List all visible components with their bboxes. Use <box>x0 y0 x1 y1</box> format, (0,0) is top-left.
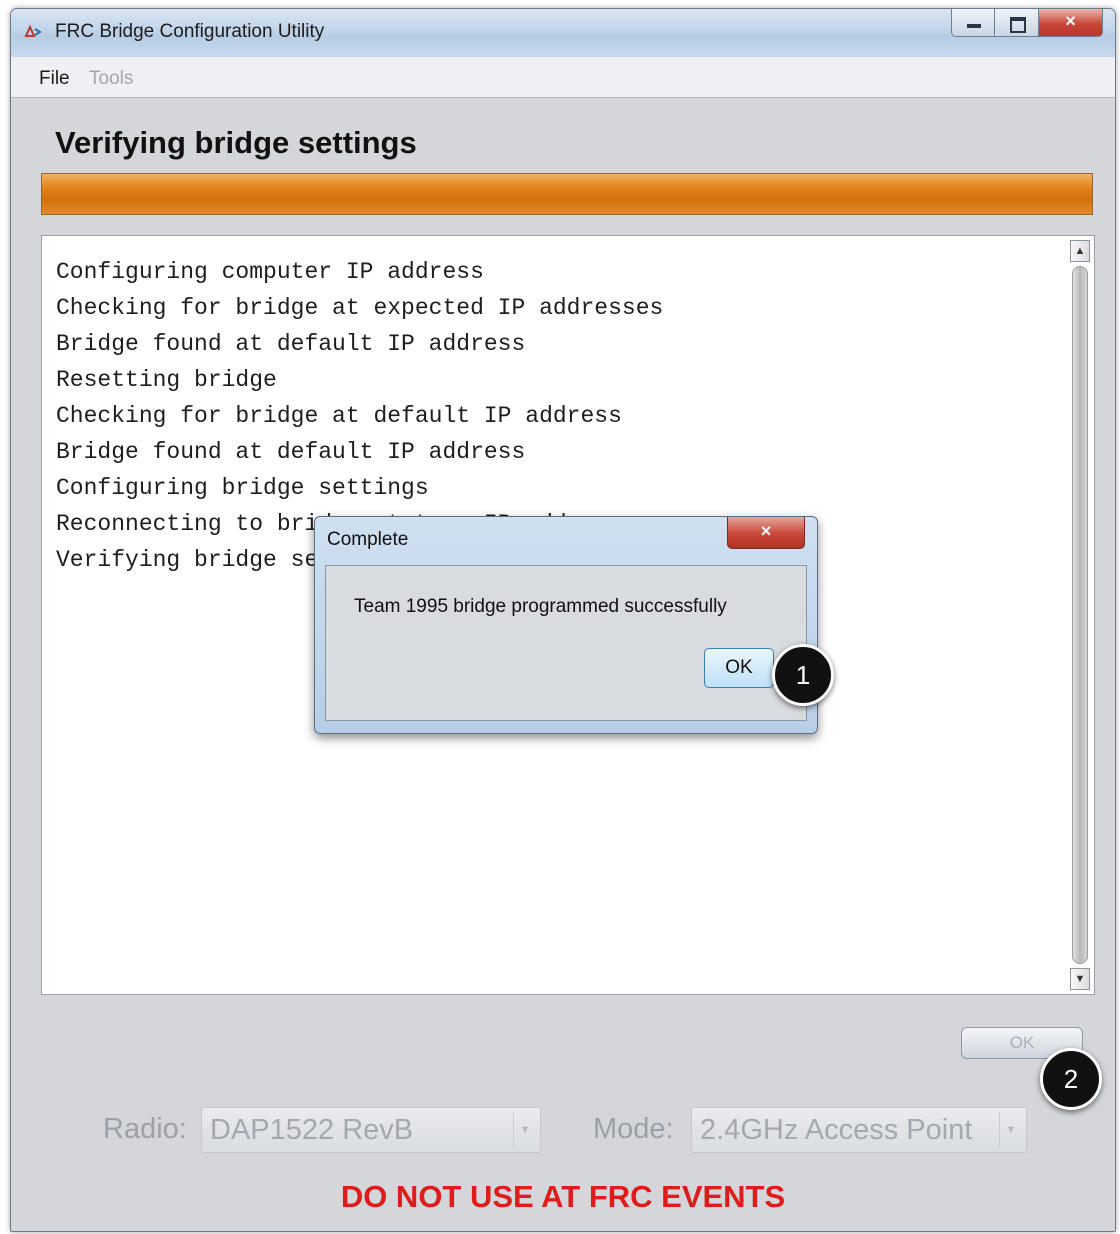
log-scrollbar[interactable]: ▲ ▼ <box>1070 240 1090 990</box>
scroll-thumb[interactable] <box>1072 266 1088 964</box>
menu-tools[interactable]: Tools <box>89 68 133 90</box>
minimize-button[interactable] <box>951 9 995 37</box>
page-title: Verifying bridge settings <box>55 125 417 160</box>
minimize-icon <box>967 24 981 28</box>
progress-bar <box>41 173 1093 215</box>
log-line: Bridge found at default IP address <box>56 331 526 357</box>
progress-fill <box>42 174 1092 214</box>
menu-bar: File Tools <box>11 57 1115 98</box>
callout-badge-1: 1 <box>772 644 834 706</box>
scroll-up-icon[interactable]: ▲ <box>1070 240 1090 262</box>
complete-dialog: Complete × Team 1995 bridge programmed s… <box>314 516 818 734</box>
title-bar[interactable]: FRC Bridge Configuration Utility × <box>11 9 1115 57</box>
menu-file[interactable]: File <box>39 68 70 90</box>
log-line: Checking for bridge at default IP addres… <box>56 403 622 429</box>
log-line: Configuring computer IP address <box>56 259 484 285</box>
chevron-down-icon: ▼ <box>999 1112 1022 1148</box>
dialog-ok-button[interactable]: OK <box>704 648 774 688</box>
close-button[interactable]: × <box>1039 9 1103 37</box>
log-line: Configuring bridge settings <box>56 475 429 501</box>
window-title: FRC Bridge Configuration Utility <box>55 21 325 42</box>
mode-select-value: 2.4GHz Access Point <box>700 1114 973 1146</box>
close-icon: × <box>760 521 772 541</box>
mode-label: Mode: <box>593 1113 674 1145</box>
maximize-icon <box>1010 17 1026 33</box>
dialog-title: Complete <box>327 529 409 550</box>
warning-text: DO NOT USE AT FRC EVENTS <box>340 1179 786 1214</box>
close-icon: × <box>1065 11 1076 31</box>
dialog-close-button[interactable]: × <box>727 517 805 549</box>
log-line: Resetting bridge <box>56 367 277 393</box>
maximize-button[interactable] <box>995 9 1039 37</box>
log-line: Bridge found at default IP address <box>56 439 526 465</box>
radio-label: Radio: <box>103 1113 187 1145</box>
radio-select[interactable]: DAP1522 RevB ▼ <box>201 1107 541 1153</box>
dialog-message: Team 1995 bridge programmed successfully <box>354 596 727 617</box>
dialog-body: Team 1995 bridge programmed successfully… <box>325 565 807 721</box>
log-line: Checking for bridge at expected IP addre… <box>56 295 664 321</box>
window-controls: × <box>951 9 1103 37</box>
radio-select-value: DAP1522 RevB <box>210 1114 414 1146</box>
scroll-down-icon[interactable]: ▼ <box>1070 968 1090 990</box>
mode-select[interactable]: 2.4GHz Access Point ▼ <box>691 1107 1027 1153</box>
callout-badge-2: 2 <box>1040 1048 1102 1110</box>
app-logo-icon <box>24 24 42 37</box>
chevron-down-icon: ▼ <box>513 1112 536 1148</box>
